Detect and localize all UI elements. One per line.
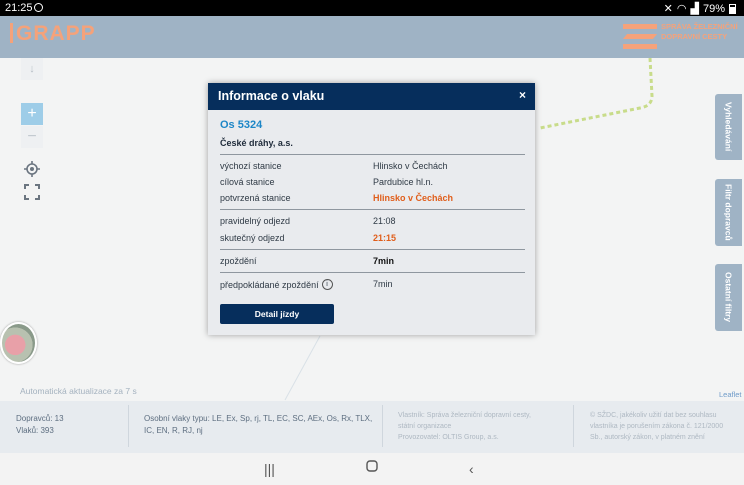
footer-legal: © SŽDC, jakékoliv užití dat bez souhlasu… <box>590 412 724 441</box>
row-label: zpoždění <box>220 256 257 266</box>
row-label: předpokládané zpoždění i <box>220 279 333 290</box>
wifi-icon: ◠ <box>676 3 687 15</box>
auto-update-text: Automatická aktualizace za 7 s <box>20 386 137 396</box>
tab-search[interactable]: Vyhledávání <box>715 94 742 160</box>
home-icon[interactable] <box>366 459 378 475</box>
trip-detail-button[interactable]: Detail jízdy <box>220 304 334 324</box>
status-icons: ✕ ◠ ▟ 79% <box>664 2 736 15</box>
origin-station: Hlinsko v Čechách <box>373 161 448 171</box>
divider <box>220 154 525 155</box>
partner-name: SPRÁVA ŽELEZNIČNÍ DOPRAVNÍ CESTY <box>661 22 738 41</box>
confirmed-station: Hlinsko v Čechách <box>373 193 454 203</box>
tab-other-filters[interactable]: Ostatní filtry <box>715 264 742 331</box>
expected-delay-value: 7min <box>373 279 393 289</box>
footer: Dopravců: 13 Vlaků: 393 Osobní vlaky typ… <box>0 401 744 453</box>
zoom-in-button[interactable]: + <box>21 103 43 125</box>
row-label: potvrzená stanice <box>220 193 291 203</box>
divider <box>573 405 574 447</box>
tab-carrier-filter[interactable]: Filtr dopravců <box>715 179 742 246</box>
row-label: cílová stanice <box>220 177 275 187</box>
scheduled-departure: 21:08 <box>373 216 396 226</box>
actual-departure: 21:15 <box>373 233 397 243</box>
map-view[interactable]: GRAPP SPRÁVA ŽELEZNIČNÍ DOPRAVNÍ CESTY ↓… <box>0 16 744 401</box>
destination-station: Pardubice hl.n. <box>373 177 434 187</box>
back-icon[interactable]: ‹ <box>469 461 474 477</box>
info-icon[interactable]: i <box>321 279 333 290</box>
szdc-logo-icon <box>622 24 658 50</box>
divider <box>220 249 525 250</box>
notification-icon <box>34 3 43 12</box>
row-label: skutečný odjezd <box>220 233 285 243</box>
divider <box>220 209 525 210</box>
status-bar: 21:25 ✕ ◠ ▟ 79% <box>0 0 744 16</box>
dialog-header: Informace o vlaku × <box>208 83 535 110</box>
divider <box>382 405 383 447</box>
battery-percent: 79% <box>702 2 725 15</box>
footer-owner: Vlastník: Správa železniční dopravní ces… <box>398 412 531 441</box>
divider <box>220 272 525 273</box>
signal-icon: ▟ <box>690 3 699 15</box>
fullscreen-icon[interactable] <box>21 181 43 203</box>
recent-apps-icon[interactable]: ||| <box>264 461 275 477</box>
android-nav-bar: ||| ‹ <box>0 453 744 485</box>
train-number: Os 5324 <box>220 119 263 131</box>
leaflet-attribution[interactable]: Leaflet <box>719 390 742 399</box>
close-icon[interactable]: × <box>519 88 526 102</box>
clock: 21:25 <box>5 2 33 14</box>
zoom-out-button[interactable]: − <box>21 126 43 148</box>
operator-name: České dráhy, a.s. <box>220 138 293 148</box>
locate-icon[interactable] <box>21 158 43 180</box>
divider <box>128 405 129 447</box>
dialog-title: Informace o vlaku <box>218 89 325 103</box>
row-label: výchozí stanice <box>220 161 282 171</box>
footer-train-types: Osobní vlaky typu: LE, Ex, Sp, rj, TL, E… <box>144 414 373 435</box>
footer-stats: Dopravců: 13 Vlaků: 393 <box>16 414 64 435</box>
train-info-dialog: Informace o vlaku × Os 5324 České dráhy,… <box>208 83 535 335</box>
app-logo[interactable]: GRAPP <box>10 22 96 46</box>
arrow-down-icon[interactable]: ↓ <box>21 58 43 80</box>
battery-icon <box>729 3 736 14</box>
delay-value: 7min <box>373 256 395 266</box>
train-photo-thumbnail[interactable] <box>0 322 37 364</box>
row-label: pravidelný odjezd <box>220 216 291 226</box>
mute-icon: ✕ <box>663 3 673 15</box>
app-header: GRAPP SPRÁVA ŽELEZNIČNÍ DOPRAVNÍ CESTY <box>0 16 744 58</box>
